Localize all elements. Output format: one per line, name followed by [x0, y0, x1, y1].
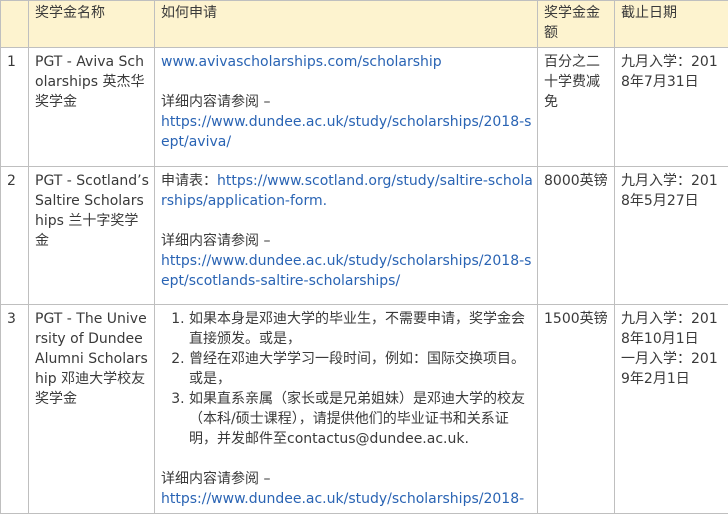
list-item: 曾经在邓迪大学学习一段时间，例如：国际交换项目。或是， [189, 349, 533, 389]
detail-link[interactable]: https://www.dundee.ac.uk/study/scholarsh… [161, 489, 533, 509]
detail-link[interactable]: https://www.dundee.ac.uk/study/scholarsh… [161, 251, 533, 291]
apply-link[interactable]: www.avivascholarships.com/scholarship [161, 52, 533, 72]
amount: 百分之二十学费减免 [538, 48, 615, 167]
header-scholarship-name: 奖学金名称 [29, 1, 155, 48]
deadline-january: 一月入学：2019年2月1日 [621, 349, 724, 389]
scholarship-name: PGT - The University of Dundee Alumni Sc… [29, 305, 155, 514]
how-to-apply-cell: www.avivascholarships.com/scholarship 详细… [155, 48, 538, 167]
header-amount: 奖学金金额 [538, 1, 615, 48]
scholarship-table: 奖学金名称 如何申请 奖学金金额 截止日期 1 PGT - Aviva Scho… [0, 0, 728, 514]
list-item: 如果直系亲属（家长或是兄弟姐妹）是邓迪大学的校友（本科/硕士课程），请提供他们的… [189, 389, 533, 449]
form-label: 申请表： [161, 173, 217, 189]
table-row: 3 PGT - The University of Dundee Alumni … [1, 305, 728, 514]
deadline-september: 九月入学：2018年10月1日 [621, 309, 724, 349]
row-number: 1 [1, 48, 29, 167]
table-row: 1 PGT - Aviva Scholarships 英杰华奖学金 www.av… [1, 48, 728, 167]
detail-label: 详细内容请参阅 – [161, 469, 533, 489]
how-to-apply-cell: 申请表：https://www.scotland.org/study/salti… [155, 167, 538, 305]
header-deadline: 截止日期 [615, 1, 728, 48]
header-how-to-apply: 如何申请 [155, 1, 538, 48]
list-item: 如果本身是邓迪大学的毕业生，不需要申请，奖学金会直接颁发。或是， [189, 309, 533, 349]
deadline: 九月入学：2018年5月27日 [615, 167, 728, 305]
row-number: 2 [1, 167, 29, 305]
amount: 8000英镑 [538, 167, 615, 305]
row-number: 3 [1, 305, 29, 514]
scholarship-name: PGT - Aviva Scholarships 英杰华奖学金 [29, 48, 155, 167]
how-to-apply-cell: 如果本身是邓迪大学的毕业生，不需要申请，奖学金会直接颁发。或是， 曾经在邓迪大学… [155, 305, 538, 514]
eligibility-list: 如果本身是邓迪大学的毕业生，不需要申请，奖学金会直接颁发。或是， 曾经在邓迪大学… [161, 309, 533, 449]
deadline: 九月入学：2018年10月1日 一月入学：2019年2月1日 [615, 305, 728, 514]
detail-label: 详细内容请参阅 – [161, 92, 533, 112]
application-form-line: 申请表：https://www.scotland.org/study/salti… [161, 171, 533, 211]
detail-link[interactable]: https://www.dundee.ac.uk/study/scholarsh… [161, 112, 533, 152]
detail-label: 详细内容请参阅 – [161, 231, 533, 251]
table-row: 2 PGT - Scotland’s Saltire Scholarships … [1, 167, 728, 305]
header-index [1, 1, 29, 48]
amount: 1500英镑 [538, 305, 615, 514]
form-link[interactable]: https://www.scotland.org/study/saltire-s… [161, 173, 533, 209]
deadline: 九月入学：2018年7月31日 [615, 48, 728, 167]
scholarship-name: PGT - Scotland’s Saltire Scholarships 兰十… [29, 167, 155, 305]
table-header-row: 奖学金名称 如何申请 奖学金金额 截止日期 [1, 1, 728, 48]
